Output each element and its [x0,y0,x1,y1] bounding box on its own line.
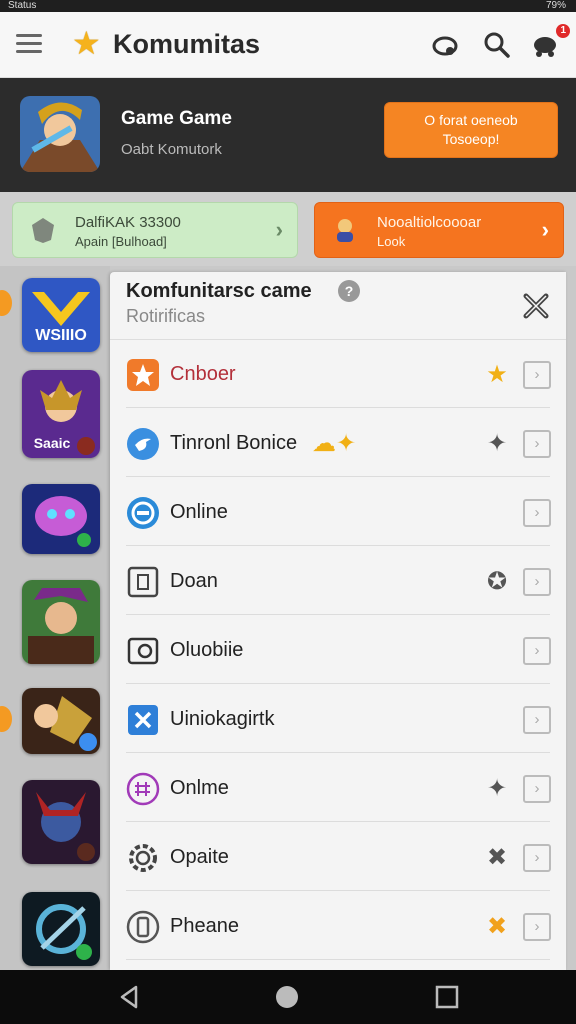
panel-title: Komfunitarsc came [126,280,312,302]
status-battery: 79% [545,0,566,11]
quick-card-stats[interactable]: DalfiKAK 33300 Apain [Bulhoad] › [12,202,298,258]
notification-icon[interactable]: 1 [532,24,570,60]
star-icon: ★ [486,361,508,388]
quick-card-stats-title: DalfiKAK 33300 [75,214,181,231]
game-tile-2[interactable]: Saaic [22,370,100,458]
list-item-label: Onlme [170,777,229,799]
panel-header: Komfunitarsc came Rotirificas ? [110,272,566,340]
arrow-right-icon[interactable]: › [523,775,551,803]
info-icon[interactable]: ? [338,280,360,302]
system-nav-bar [0,970,576,1024]
quick-card-notice-subtitle: Look [377,234,406,249]
game-tile-2-caption: Saaic [34,435,71,451]
list-item-label: Cnboer [170,363,236,385]
game-controller-icon[interactable] [430,30,460,60]
game-tile-7[interactable] [22,892,100,966]
status-left: Status [8,0,37,11]
rail-indicator [0,706,12,732]
list-item-label: Doan [170,570,218,592]
arrow-right-icon[interactable]: › [523,361,551,389]
game-tile-4[interactable] [22,580,100,664]
join-button[interactable]: O forat oeneob Tosoeop! [384,102,558,158]
search-icon[interactable] [482,30,512,60]
list-item[interactable]: Uiniokagirtk › [126,685,551,753]
shield-icon [32,218,54,243]
phone-icon [126,910,160,944]
list-item-label: Uiniokagirtk [170,708,275,730]
character-icon [337,219,353,242]
hamburger-menu-icon[interactable] [16,34,42,54]
game-rail: WSIIIO Saaic [0,266,110,970]
gear-icon [129,844,157,872]
arrow-right-icon[interactable]: › [523,568,551,596]
online-icon [127,497,159,529]
game-tile-5[interactable] [22,688,100,754]
cycle-icon [127,637,159,665]
home-icon[interactable] [274,984,300,1010]
bird-icon [127,428,159,460]
list-item[interactable]: Online › [126,478,551,546]
hero-name: Game Game [121,108,232,129]
badge-icon: ✪ [486,568,508,595]
badge-icon: ✦ [486,430,508,457]
arrow-right-icon[interactable]: › [523,706,551,734]
game-tile-6[interactable] [22,780,100,864]
hero-avatar[interactable] [20,96,100,172]
list-item[interactable]: Onlme ✦ › [126,754,551,822]
list-item[interactable]: Pheane ✖ › [126,892,551,960]
board-icon [127,566,159,598]
burst-icon [127,359,159,391]
hash-icon [126,772,160,806]
list-item-label: Pheane [170,915,239,937]
game-tile-3[interactable] [22,484,100,554]
chevron-right-icon: › [275,217,283,242]
rail-indicator [0,290,12,316]
list-item-label: Opaite [170,846,229,868]
quick-card-notice-title: Nooaltiolcoooar [377,214,482,231]
list-item[interactable]: Tinronl Bonice ☁✦ ✦ › [126,409,551,477]
app-bar: ★ Komumitas 1 [0,12,576,78]
back-icon[interactable] [116,984,142,1010]
arrow-right-icon[interactable]: › [523,430,551,458]
badge-icon: ✖ [486,844,508,871]
hero-subtitle: Oabt Komutork [121,141,222,158]
quick-card-stats-subtitle: Apain [Bulhoad] [75,234,167,249]
list-item[interactable]: Doan ✪ › [126,547,551,615]
badge-icon: ✦ [486,775,508,802]
game-tile-1-caption: WSIIIO [35,327,87,344]
arrow-right-icon[interactable]: › [523,637,551,665]
close-icon[interactable] [520,290,552,322]
recent-apps-icon[interactable] [434,984,460,1010]
star-logo-icon: ★ [72,25,101,61]
sparkle-icon: ☁✦ [312,430,357,457]
list-item[interactable]: Cnboer ★ › [126,340,551,408]
quick-card-notice[interactable]: Nooaltiolcoooar Look › [314,202,564,258]
list-item[interactable]: Oluobiie › [126,616,551,684]
notification-badge: 1 [556,24,570,38]
quick-actions: DalfiKAK 33300 Apain [Bulhoad] › Nooalti… [0,192,576,266]
arrow-right-icon[interactable]: › [523,844,551,872]
chevron-right-icon: › [541,217,549,242]
arrow-right-icon[interactable]: › [523,913,551,941]
list-item-label: Tinronl Bonice [170,432,298,454]
badge-icon: ✖ [486,913,508,940]
game-tile-1[interactable]: WSIIIO [22,278,100,352]
community-panel: Komfunitarsc came Rotirificas ? Cnboer ★… [110,272,566,970]
list-item-label: Online [170,501,228,523]
status-bar: Status 79% [0,0,576,12]
join-button-label: O forat oeneob Tosoeop! [424,112,518,147]
list-item-label: Oluobiie [170,639,244,661]
list-item[interactable]: Opaite ✖ › [126,823,551,891]
cross-icon [128,705,158,735]
arrow-right-icon[interactable]: › [523,499,551,527]
app-title: Komumitas [113,29,261,59]
community-hero: Game Game Oabt Komutork O forat oeneob T… [0,78,576,192]
panel-subtitle: Rotirificas [126,306,206,326]
